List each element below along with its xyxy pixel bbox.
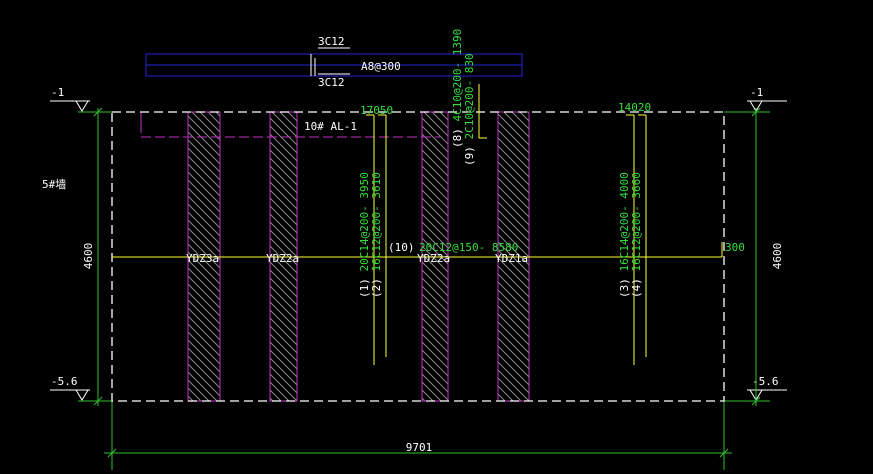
wall-label: 5#墙 [42,177,66,191]
level-top-left-label: -1 [51,86,64,99]
beam-bottom-label: 3C12 [318,76,345,89]
rebar-note-9: (9) 2C10@200- 830 [463,53,476,166]
rebar-spec: 2C10@200- 830 [463,53,476,139]
level-marker-top-right: -1 [747,86,787,112]
column-label-2: YDZ2a [266,252,299,265]
rebar-note-10-prefix: (10) [388,241,415,254]
beam-stirrup-label: A8@300 [361,60,401,73]
mark-300: 300 [725,241,745,254]
beam-al1-label: 10# AL-1 [304,120,357,133]
rebar-note-2: (2) 16C12@200- 3610 [370,172,383,298]
dimension-width-bottom [104,401,732,470]
mark-14020: 14020 [618,101,651,114]
rebar-note-9-text: (9) [463,140,476,167]
rebar-spec: 16C12@200- 3610 [370,172,383,271]
level-top-right-label: -1 [750,86,763,99]
dimension-width-bottom-label: 9701 [406,441,433,454]
dimension-height-right-label: 4600 [771,243,784,270]
dimension-height-left-label: 4600 [82,243,95,270]
rebar-spec: 16C12@200- 3660 [630,172,643,271]
column-label-1: YDZ3a [186,252,219,265]
level-marker-top-left: -1 [50,86,90,112]
level-bottom-left-label: -5.6 [51,375,78,388]
level-marker-bottom-left: -5.6 [50,375,90,401]
rebar-note-10-text: 20C12@150- 8580 [419,241,518,254]
mark-17050: 17050 [360,104,393,117]
rebar-note-2-text: (2) [370,272,383,299]
level-marker-bottom-right: -5.6 [747,375,787,401]
dimension-height-right [724,107,770,406]
rebar-note-4: (4) 16C12@200- 3660 [630,172,643,298]
wall-elevation-drawing: 3C12 3C12 A8@300 -1 -1 -5.6 -5.6 4600 46… [42,29,787,470]
beam-top-label: 3C12 [318,35,345,48]
rebar-note-4-text: (4) [630,272,643,299]
